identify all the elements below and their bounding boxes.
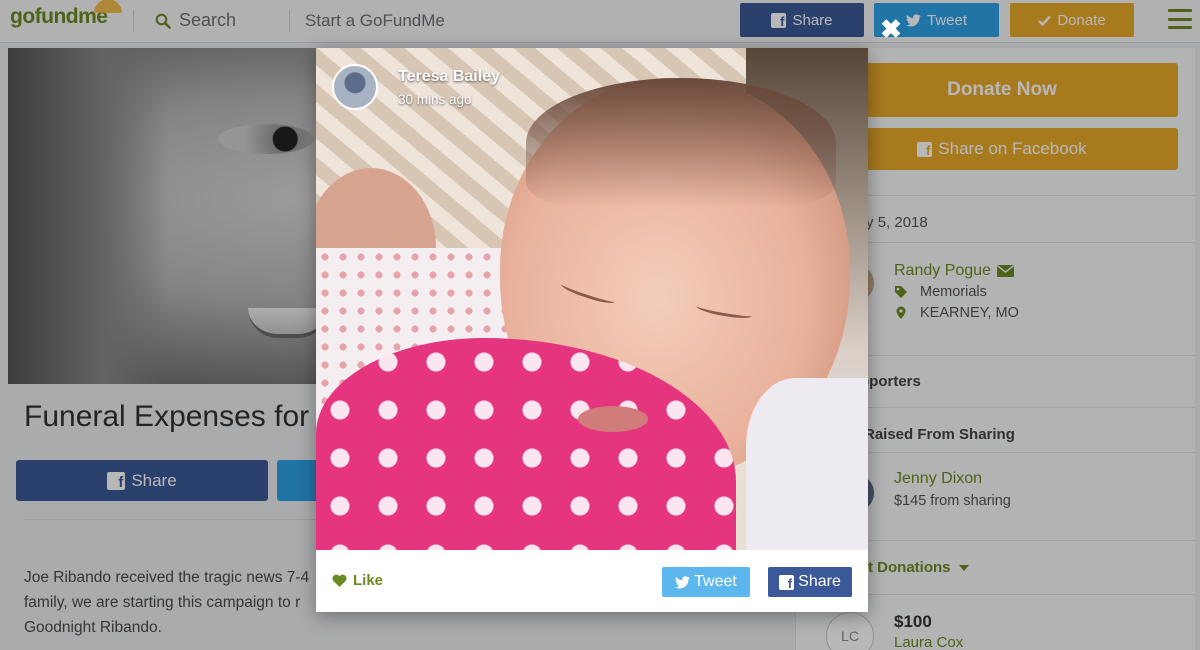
modal-share-button[interactable]: f Share [768,567,852,597]
heart-icon [332,574,347,587]
update-photo: Teresa Bailey 30 mins ago [316,48,868,550]
photo-modal: Teresa Bailey 30 mins ago Like Tweet f S… [316,48,868,612]
poster-name[interactable]: Teresa Bailey [398,68,500,86]
poster-info: Teresa Bailey 30 mins ago [332,64,500,110]
modal-tweet-button[interactable]: Tweet [662,567,750,597]
modal-share-label: Share [798,573,841,590]
like-button[interactable]: Like [332,572,383,589]
poster-avatar[interactable] [332,64,378,110]
facebook-icon: f [779,574,795,590]
post-timestamp: 30 mins ago [398,92,472,107]
twitter-icon [675,575,691,589]
like-label: Like [353,572,384,589]
close-icon[interactable]: ✖ [878,16,904,42]
modal-tweet-label: Tweet [694,573,737,590]
modal-footer: Like Tweet f Share [316,550,868,612]
